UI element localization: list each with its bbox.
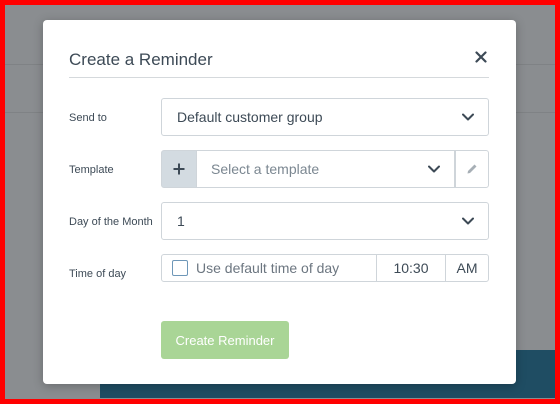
time-input[interactable]: 10:30 bbox=[376, 255, 445, 281]
modal-title: Create a Reminder bbox=[69, 50, 213, 69]
add-template-button[interactable] bbox=[161, 150, 197, 188]
am-pm-toggle[interactable]: AM bbox=[445, 255, 488, 281]
pencil-icon bbox=[467, 164, 477, 174]
create-reminder-button[interactable]: Create Reminder bbox=[161, 321, 289, 359]
template-select[interactable]: Select a template bbox=[197, 150, 455, 188]
time-of-day-control: Use default time of day 10:30 AM bbox=[161, 254, 489, 282]
send-to-value: Default customer group bbox=[177, 109, 323, 125]
default-time-checkbox[interactable] bbox=[172, 260, 188, 276]
send-to-select[interactable]: Default customer group bbox=[161, 98, 489, 136]
plus-icon bbox=[173, 163, 185, 175]
modal-header: Create a Reminder bbox=[69, 50, 489, 78]
close-button[interactable] bbox=[473, 48, 489, 66]
default-time-checkbox-row[interactable]: Use default time of day bbox=[162, 255, 376, 281]
template-label: Template bbox=[69, 164, 114, 176]
chevron-down-icon bbox=[462, 217, 474, 225]
edit-template-button[interactable] bbox=[455, 150, 489, 188]
chevron-down-icon bbox=[462, 113, 474, 121]
chevron-down-icon bbox=[428, 165, 440, 173]
create-reminder-modal: Create a Reminder Send to Default custom… bbox=[43, 20, 516, 384]
day-of-month-value: 1 bbox=[177, 213, 185, 229]
day-of-month-select[interactable]: 1 bbox=[161, 202, 489, 240]
template-placeholder: Select a template bbox=[211, 161, 320, 177]
day-of-month-label: Day of the Month bbox=[69, 216, 153, 228]
time-of-day-label: Time of day bbox=[69, 268, 127, 280]
send-to-label: Send to bbox=[69, 112, 107, 124]
close-icon bbox=[475, 51, 487, 63]
default-time-checkbox-label: Use default time of day bbox=[196, 260, 340, 276]
